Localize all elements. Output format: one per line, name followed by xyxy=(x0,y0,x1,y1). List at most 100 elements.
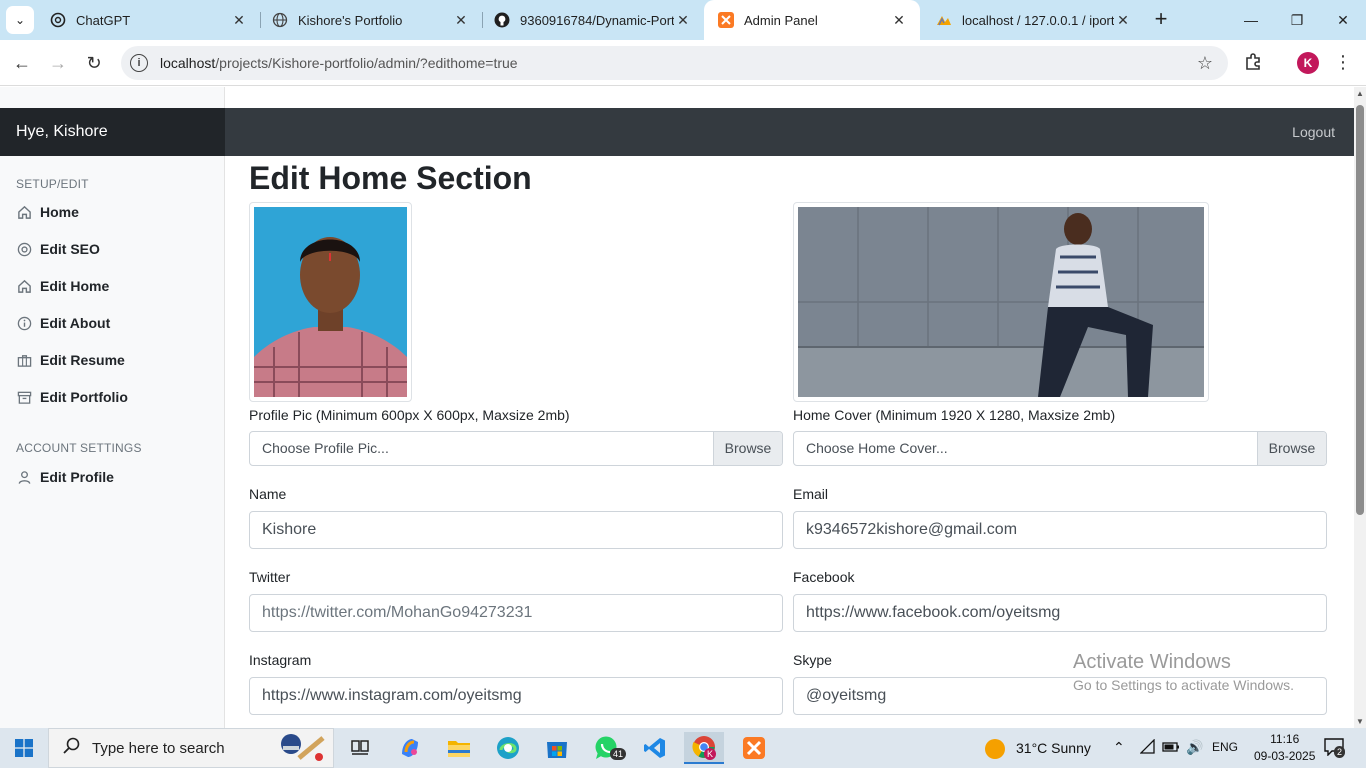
volume-icon[interactable]: 🔊 xyxy=(1186,739,1203,756)
chevron-up-icon[interactable]: ⌃ xyxy=(1113,739,1125,756)
chevron-down-icon: ⌄ xyxy=(14,13,26,27)
email-label: Email xyxy=(793,486,829,502)
instagram-label: Instagram xyxy=(249,652,312,668)
xampp-control-icon[interactable] xyxy=(734,732,774,764)
taskbar-search-box[interactable]: Type here to search xyxy=(48,728,334,768)
logout-link[interactable]: Logout xyxy=(1292,108,1335,156)
copilot-icon[interactable] xyxy=(390,732,430,764)
weather-sun-icon[interactable] xyxy=(984,738,1006,765)
system-clock[interactable]: 11:16 09-03-2025 xyxy=(1254,731,1315,765)
home-cover-browse-button[interactable]: Browse xyxy=(1257,432,1326,465)
profile-avatar[interactable]: K xyxy=(1297,52,1319,74)
facebook-input[interactable] xyxy=(793,594,1327,632)
browser-tab-portfolio[interactable]: Kishore's Portfolio ✕ xyxy=(258,0,482,40)
twitter-input[interactable] xyxy=(249,594,783,632)
home-cover-preview xyxy=(793,202,1209,402)
task-view-icon[interactable] xyxy=(340,732,380,764)
minimize-button[interactable]: — xyxy=(1228,0,1274,40)
url-text[interactable]: localhost/projects/Kishore-portfolio/adm… xyxy=(160,55,1190,71)
browser-tab-phpmyadmin[interactable]: localhost / 127.0.0.1 / iportfo ✕ xyxy=(922,0,1144,40)
sidebar-item-edit-about[interactable]: Edit About xyxy=(16,312,110,334)
page-title: Edit Home Section xyxy=(249,160,532,196)
close-icon[interactable]: ✕ xyxy=(890,12,908,29)
back-button[interactable]: ← xyxy=(9,50,35,76)
skype-label: Skype xyxy=(793,652,832,668)
home-cover-caption: Home Cover (Minimum 1920 X 1280, Maxsize… xyxy=(793,407,1116,423)
sidebar-item-edit-portfolio[interactable]: Edit Portfolio xyxy=(16,386,128,408)
sidebar-item-label: Edit SEO xyxy=(40,241,100,257)
admin-page: SETUP/EDIT Home Edit SEO Edit Home Edit … xyxy=(0,87,1354,728)
extensions-puzzle-icon[interactable] xyxy=(1242,52,1264,74)
tab-title: Admin Panel xyxy=(744,12,818,28)
brand-greeting[interactable]: Hye, Kishore xyxy=(0,108,225,156)
browser-tab-admin-panel[interactable]: Admin Panel ✕ xyxy=(704,0,920,40)
vscode-icon[interactable] xyxy=(635,732,675,764)
sidebar-item-label: Edit About xyxy=(40,315,111,331)
profile-pic-browse-button[interactable]: Browse xyxy=(713,432,782,465)
name-input[interactable] xyxy=(249,511,783,549)
profile-pic-file-input[interactable]: Choose Profile Pic... Browse xyxy=(249,431,783,466)
facebook-label: Facebook xyxy=(793,569,855,585)
close-icon[interactable]: ✕ xyxy=(230,12,248,29)
restore-button[interactable]: ❐ xyxy=(1274,0,1320,40)
sidebar-item-edit-profile[interactable]: Edit Profile xyxy=(16,466,114,488)
start-button[interactable] xyxy=(0,728,48,768)
windows-taskbar: Type here to search 41 K 31°C Sunny ⌃ 🔊 … xyxy=(0,728,1366,768)
user-icon xyxy=(16,469,32,485)
home-cover-file-placeholder[interactable]: Choose Home Cover... xyxy=(794,432,1257,465)
input-language[interactable]: ENG xyxy=(1212,740,1238,754)
admin-navbar: Hye, Kishore Logout xyxy=(0,108,1354,156)
file-explorer-icon[interactable] xyxy=(439,732,479,764)
info-icon xyxy=(16,315,32,331)
more-menu-icon[interactable]: ⋮ xyxy=(1334,52,1352,74)
chrome-profile-badge: K xyxy=(704,748,716,760)
microsoft-store-icon[interactable] xyxy=(537,732,577,764)
close-icon[interactable]: ✕ xyxy=(674,12,692,29)
globe-icon xyxy=(272,12,288,28)
forward-button[interactable]: → xyxy=(45,50,71,76)
site-info-icon[interactable]: i xyxy=(130,54,148,72)
sidebar-item-edit-home[interactable]: Edit Home xyxy=(16,275,109,297)
battery-icon[interactable] xyxy=(1162,740,1180,759)
home-cover-file-input[interactable]: Choose Home Cover... Browse xyxy=(793,431,1327,466)
home-icon xyxy=(16,204,32,220)
weather-text[interactable]: 31°C Sunny xyxy=(1016,740,1091,756)
url-path: /projects/Kishore-portfolio/admin/?edith… xyxy=(215,55,518,71)
network-icon[interactable] xyxy=(1139,738,1156,760)
name-label: Name xyxy=(249,486,287,502)
window-close-button[interactable]: ✕ xyxy=(1320,0,1366,40)
close-icon[interactable]: ✕ xyxy=(1114,12,1132,29)
browser-tab-github[interactable]: 9360916784/Dynamic-Portfo ✕ xyxy=(480,0,704,40)
page-scrollbar[interactable]: ▲ ▼ xyxy=(1354,87,1366,728)
close-icon[interactable]: ✕ xyxy=(452,12,470,29)
skype-input[interactable] xyxy=(793,677,1327,715)
sidebar-heading-account: ACCOUNT SETTINGS xyxy=(16,441,142,455)
xampp-icon xyxy=(718,12,734,28)
reload-button[interactable]: ↻ xyxy=(81,50,107,76)
sidebar-item-home[interactable]: Home xyxy=(16,201,79,223)
edge-browser-icon[interactable] xyxy=(488,732,528,764)
sidebar-item-edit-seo[interactable]: Edit SEO xyxy=(16,238,100,260)
email-input[interactable] xyxy=(793,511,1327,549)
tab-search-button[interactable]: ⌄ xyxy=(6,6,34,34)
chatgpt-icon xyxy=(50,12,66,28)
chrome-icon[interactable]: K xyxy=(684,732,724,764)
new-tab-button[interactable]: + xyxy=(1149,8,1173,32)
scroll-thumb[interactable] xyxy=(1356,105,1364,515)
sidebar-item-edit-resume[interactable]: Edit Resume xyxy=(16,349,125,371)
instagram-input[interactable] xyxy=(249,677,783,715)
notification-center-icon[interactable]: 2 xyxy=(1324,738,1346,761)
windows-logo-icon xyxy=(15,739,33,757)
clock-time: 11:16 xyxy=(1270,732,1300,746)
sidebar-item-label: Edit Portfolio xyxy=(40,389,128,405)
address-bar[interactable]: i localhost/projects/Kishore-portfolio/a… xyxy=(121,46,1228,80)
whatsapp-icon[interactable]: 41 xyxy=(586,732,627,764)
bookmark-star-icon[interactable]: ☆ xyxy=(1190,53,1220,74)
profile-pic-file-placeholder[interactable]: Choose Profile Pic... xyxy=(250,432,713,465)
scroll-down-arrow-icon[interactable]: ▼ xyxy=(1354,717,1366,726)
sidebar-item-label: Edit Profile xyxy=(40,469,114,485)
browser-toolbar: ← → ↻ i localhost/projects/Kishore-portf… xyxy=(0,40,1366,86)
browser-tab-chatgpt[interactable]: ChatGPT ✕ xyxy=(36,0,260,40)
scroll-up-arrow-icon[interactable]: ▲ xyxy=(1354,89,1366,98)
url-host: localhost xyxy=(160,55,216,71)
